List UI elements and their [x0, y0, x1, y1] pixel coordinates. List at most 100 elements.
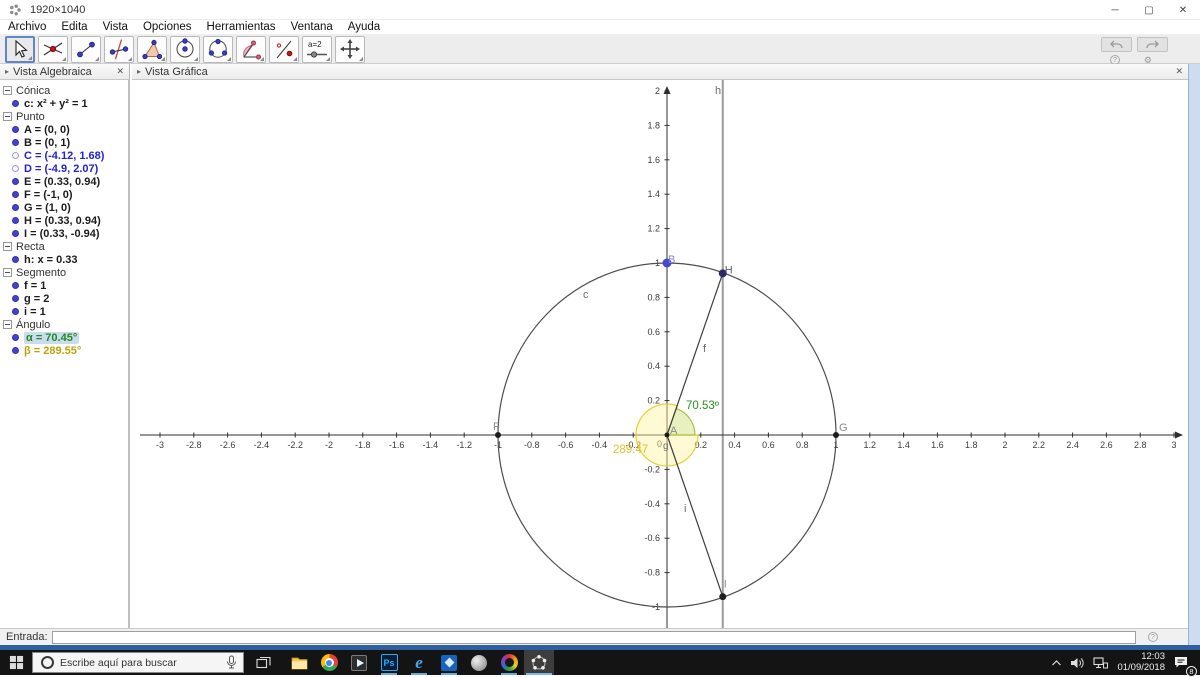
algebra-group[interactable]: Ángulo: [0, 318, 128, 331]
task-view-button[interactable]: [248, 650, 278, 675]
algebra-item[interactable]: g = 2: [0, 292, 128, 305]
visible-object-dot-icon[interactable]: [12, 334, 19, 341]
tool-move-graphics-view[interactable]: [335, 35, 365, 63]
menu-archivo[interactable]: Archivo: [8, 21, 46, 33]
algebra-item[interactable]: A = (0, 0): [0, 123, 128, 136]
start-button[interactable]: [0, 650, 32, 675]
undo-button[interactable]: [1101, 37, 1132, 52]
tool-angle[interactable]: [236, 35, 266, 63]
algebra-group[interactable]: Punto: [0, 110, 128, 123]
tool-reflect-about-line[interactable]: [269, 35, 299, 63]
visible-object-dot-icon[interactable]: [12, 347, 19, 354]
menu-vista[interactable]: Vista: [103, 21, 128, 33]
menu-herramientas[interactable]: Herramientas: [207, 21, 276, 33]
clock[interactable]: 12:03 01/09/2018: [1112, 651, 1170, 673]
tray-chevron-icon[interactable]: [1047, 650, 1066, 675]
collapse-minus-icon[interactable]: [3, 112, 12, 121]
visible-object-dot-icon[interactable]: [12, 139, 19, 146]
redo-button[interactable]: [1137, 37, 1168, 52]
graphics-canvas[interactable]: -3 -2.8 -2.6 -2.4 -2.2 -2 -1.8 -1.6 -1.4 -1.2 -1 -0…: [132, 80, 1188, 628]
hidden-object-dot-icon[interactable]: [12, 152, 19, 159]
algebra-item[interactable]: D = (-4.9, 2.07): [0, 162, 128, 175]
tool-slider[interactable]: a=2: [302, 35, 332, 63]
tool-point[interactable]: [38, 35, 68, 63]
tool-move[interactable]: [5, 35, 35, 63]
taskbar-app-media-app[interactable]: [494, 650, 524, 675]
visible-object-dot-icon[interactable]: [12, 204, 19, 211]
algebra-item[interactable]: α = 70.45°: [0, 331, 128, 344]
algebra-item[interactable]: C = (-4.12, 1.68): [0, 149, 128, 162]
taskbar-app-internet-explorer[interactable]: e: [404, 650, 434, 675]
collapse-triangle-icon[interactable]: ▸: [137, 67, 141, 76]
visible-object-dot-icon[interactable]: [12, 308, 19, 315]
tool-perpendicular-line[interactable]: [104, 35, 134, 63]
graphics-view[interactable]: -3 -2.8 -2.6 -2.4 -2.2 -2 -1.8 -1.6 -1.4 -1.2 -1 -0…: [132, 80, 1188, 628]
tool-dropdown-icon[interactable]: [359, 56, 363, 61]
collapse-minus-icon[interactable]: [3, 320, 12, 329]
visible-object-dot-icon[interactable]: [12, 126, 19, 133]
taskbar-search-input[interactable]: Escribe aquí para buscar: [32, 652, 244, 673]
taskbar-app-file-explorer[interactable]: [284, 650, 314, 675]
tool-dropdown-icon[interactable]: [62, 56, 66, 61]
tool-dropdown-icon[interactable]: [326, 56, 330, 61]
tool-dropdown-icon[interactable]: [293, 56, 297, 61]
algebra-group[interactable]: Recta: [0, 240, 128, 253]
command-input[interactable]: [51, 630, 1136, 644]
taskbar-app-media-player[interactable]: [344, 650, 374, 675]
microphone-icon[interactable]: [226, 655, 237, 670]
visible-object-dot-icon[interactable]: [12, 191, 19, 198]
collapse-minus-icon[interactable]: [3, 268, 12, 277]
minimize-button[interactable]: ─: [1098, 0, 1132, 20]
tool-dropdown-icon[interactable]: [128, 56, 132, 61]
taskbar-app-chrome[interactable]: [314, 650, 344, 675]
collapse-minus-icon[interactable]: [3, 86, 12, 95]
algebra-item[interactable]: h: x = 0.33: [0, 253, 128, 266]
algebra-item[interactable]: i = 1: [0, 305, 128, 318]
algebra-item[interactable]: H = (0.33, 0.94): [0, 214, 128, 227]
algebra-item[interactable]: G = (1, 0): [0, 201, 128, 214]
algebra-group[interactable]: Segmento: [0, 266, 128, 279]
visible-object-dot-icon[interactable]: [12, 100, 19, 107]
tool-dropdown-icon[interactable]: [260, 56, 264, 61]
menu-edita[interactable]: Edita: [61, 21, 87, 33]
close-button[interactable]: ✕: [1166, 0, 1200, 20]
visible-object-dot-icon[interactable]: [12, 230, 19, 237]
hidden-object-dot-icon[interactable]: [12, 165, 19, 172]
algebra-item[interactable]: F = (-1, 0): [0, 188, 128, 201]
tool-polygon[interactable]: [137, 35, 167, 63]
algebra-item[interactable]: f = 1: [0, 279, 128, 292]
tool-dropdown-icon[interactable]: [227, 56, 231, 61]
tool-dropdown-icon[interactable]: [95, 56, 99, 61]
input-help-icon[interactable]: ?: [1148, 632, 1158, 642]
algebra-item[interactable]: c: x² + y² = 1: [0, 97, 128, 110]
notification-center-button[interactable]: 8: [1170, 650, 1197, 677]
tool-circle-center-point[interactable]: [170, 35, 200, 63]
collapse-triangle-icon[interactable]: ▸: [5, 67, 9, 76]
graphics-close-icon[interactable]: ✕: [1175, 66, 1183, 77]
menu-ayuda[interactable]: Ayuda: [348, 21, 380, 33]
segment-i[interactable]: [666, 434, 724, 597]
algebra-group[interactable]: Cónica: [0, 84, 128, 97]
maximize-button[interactable]: ▢: [1132, 0, 1166, 20]
tool-dropdown-icon[interactable]: [28, 55, 32, 60]
taskbar-app-photoshop[interactable]: Ps: [374, 650, 404, 675]
menu-opciones[interactable]: Opciones: [143, 21, 192, 33]
collapse-minus-icon[interactable]: [3, 242, 12, 251]
visible-object-dot-icon[interactable]: [12, 256, 19, 263]
tool-dropdown-icon[interactable]: [161, 56, 165, 61]
algebra-item[interactable]: I = (0.33, -0.94): [0, 227, 128, 240]
point-A[interactable]: [664, 432, 670, 438]
point-I[interactable]: [719, 593, 727, 601]
visible-object-dot-icon[interactable]: [12, 282, 19, 289]
visible-object-dot-icon[interactable]: [12, 217, 19, 224]
algebra-view[interactable]: Cónica c: x² + y² = 1 Punto A = (0, 0) B = (…: [0, 80, 130, 628]
visible-object-dot-icon[interactable]: [12, 178, 19, 185]
network-icon[interactable]: [1089, 650, 1112, 675]
visible-object-dot-icon[interactable]: [12, 295, 19, 302]
algebra-item[interactable]: E = (0.33, 0.94): [0, 175, 128, 188]
algebra-item[interactable]: β = 289.55°: [0, 344, 128, 357]
taskbar-app-blue-app[interactable]: [434, 650, 464, 675]
menu-ventana[interactable]: Ventana: [291, 21, 333, 33]
taskbar-app-geogebra[interactable]: [524, 650, 554, 675]
tool-dropdown-icon[interactable]: [194, 56, 198, 61]
